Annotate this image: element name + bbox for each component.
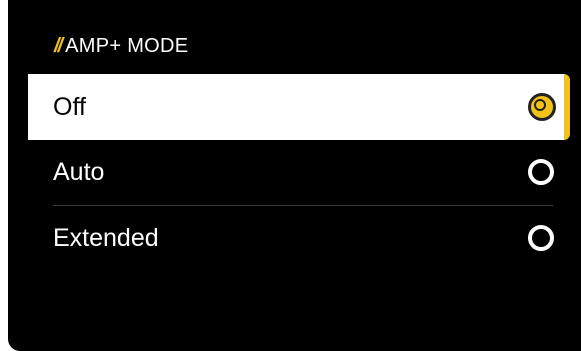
option-auto-label: Auto: [53, 157, 105, 186]
selection-accent-bar: [564, 74, 570, 140]
radio-unselected-icon[interactable]: [528, 225, 554, 251]
option-auto[interactable]: Auto: [28, 140, 564, 204]
option-off[interactable]: Off: [28, 74, 564, 140]
option-extended-label: Extended: [53, 223, 159, 252]
radio-selected-icon[interactable]: [528, 93, 556, 121]
radio-unselected-icon[interactable]: [528, 159, 554, 185]
menu-title: AMP+ MODE: [65, 34, 189, 57]
option-extended[interactable]: Extended: [28, 206, 564, 270]
option-off-label: Off: [53, 92, 86, 121]
header-slashes-icon: //: [54, 34, 63, 57]
amp-mode-screen: // AMP+ MODE Off Auto Extended: [8, 0, 581, 351]
menu-header: // AMP+ MODE: [54, 34, 188, 58]
